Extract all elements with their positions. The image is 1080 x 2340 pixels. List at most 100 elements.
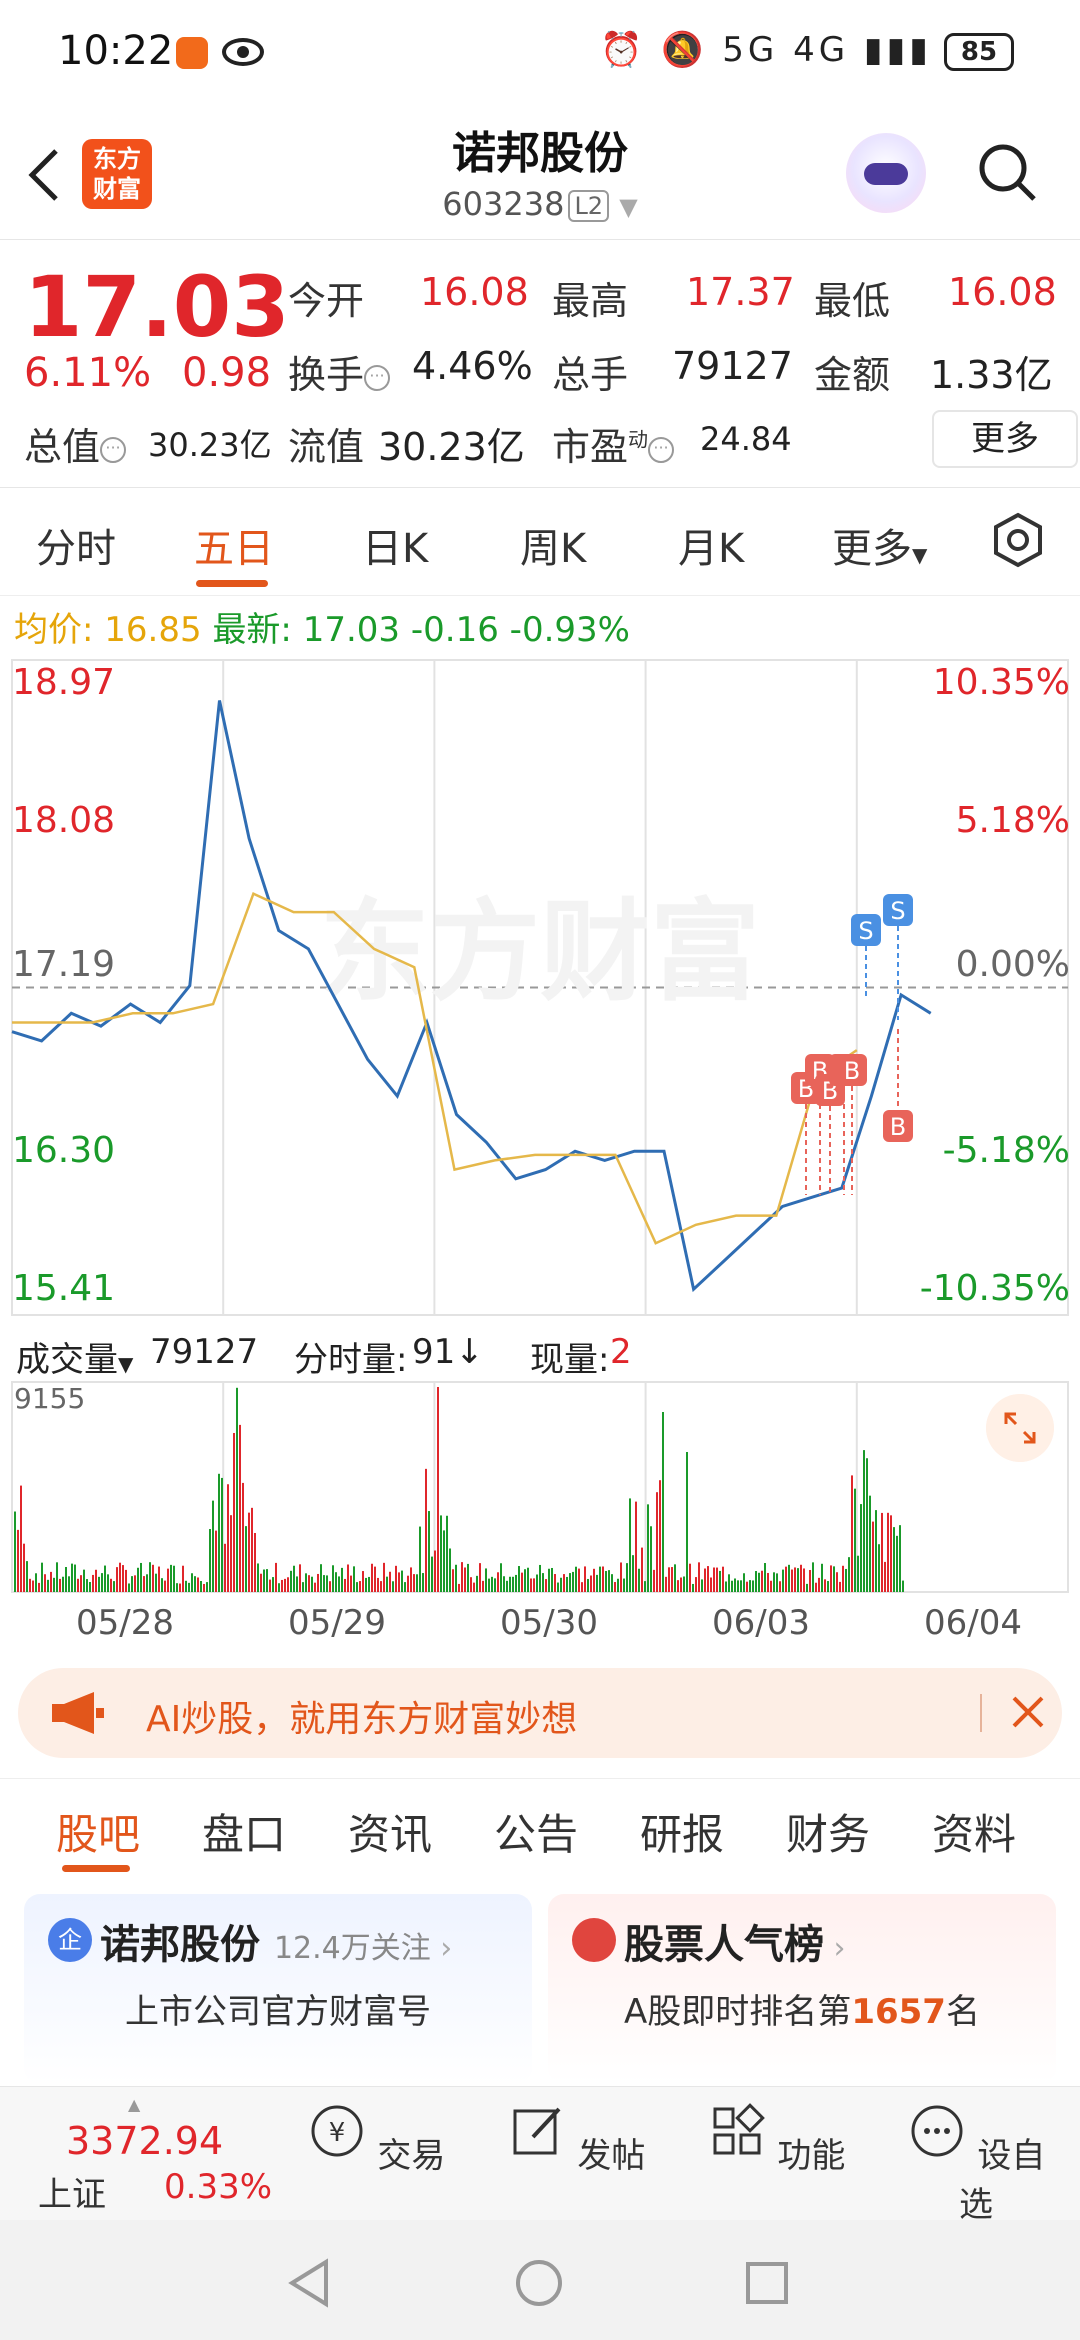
y-tick-left-4: 15.41	[12, 1268, 116, 1309]
popularity-rank-card[interactable]: 股票人气榜 › A股即时排名第1657名	[548, 1894, 1056, 2084]
tab-research[interactable]: 研报	[640, 1801, 724, 1862]
ai-promo-banner[interactable]: AI炒股，就用东方财富妙想	[18, 1668, 1062, 1758]
volume-bar	[434, 1550, 436, 1592]
volume-bar	[428, 1511, 430, 1592]
volume-bar	[545, 1579, 547, 1592]
pe-label[interactable]: 市盈动 ···	[552, 416, 675, 471]
follower-count: 12.4万关注	[273, 1931, 431, 1966]
volume-bar	[164, 1580, 166, 1592]
date-label: 06/04	[924, 1603, 1022, 1643]
volume-bar	[662, 1412, 664, 1592]
volume-bar	[137, 1567, 139, 1592]
index-ticker[interactable]: ▲ 3372.94 上证 0.33%	[24, 2095, 274, 2215]
volume-bar	[467, 1563, 469, 1592]
nav-post[interactable]: 发帖	[506, 2101, 646, 2177]
tab-daily-k[interactable]: 日K	[362, 516, 428, 574]
volume-bar	[461, 1562, 463, 1592]
volume-bar	[497, 1572, 499, 1592]
tab-finance[interactable]: 财务	[786, 1801, 870, 1862]
mktcap-label[interactable]: 总值 ···	[24, 416, 127, 471]
volume-bar	[407, 1575, 409, 1592]
volume-bar	[860, 1504, 862, 1592]
volume-selector[interactable]: 成交量▼	[16, 1332, 133, 1381]
tab-guba[interactable]: 股吧	[56, 1801, 140, 1862]
volume-label: 总手	[552, 353, 629, 397]
expand-icon[interactable]	[986, 1394, 1054, 1462]
tab-news[interactable]: 资讯	[348, 1801, 432, 1862]
volume-bar	[290, 1570, 292, 1592]
chevron-right-icon: ›	[430, 1931, 453, 1966]
volume-bar	[614, 1582, 616, 1592]
more-button[interactable]: 更多	[932, 410, 1078, 468]
quote-panel: 17.03 6.11% 0.98 今开 16.08 最高 17.37 最低 16…	[0, 240, 1080, 488]
tab-pankou[interactable]: 盘口	[202, 1801, 286, 1862]
tab-announcements[interactable]: 公告	[494, 1801, 578, 1862]
volume-bar	[122, 1565, 124, 1592]
float-label: 流值	[288, 425, 365, 469]
y-tick-left-3: 16.30	[12, 1130, 116, 1171]
volume-bar	[365, 1577, 367, 1592]
tab-monthly-k[interactable]: 月K	[678, 516, 744, 574]
recents-square-icon[interactable]	[744, 2260, 790, 2306]
volume-total: 79127	[150, 1332, 259, 1372]
tab-intraday[interactable]: 分时	[36, 516, 116, 574]
nav-watchlist[interactable]: 设自选	[906, 2101, 1046, 2226]
volume-bar	[689, 1563, 691, 1592]
volume-bar	[629, 1498, 631, 1592]
chart-tabs: 分时 五日 日K 周K 月K 更多▼	[0, 488, 1080, 596]
volume-max-label: 9155	[14, 1382, 86, 1415]
volume-bar	[341, 1567, 343, 1592]
nav-watchlist-label: 设自选	[959, 2136, 1046, 2225]
volume-bar	[32, 1580, 34, 1592]
price-chart[interactable]: 东方财富SSBBBBBB 18.97 18.08 17.19 16.30 15.…	[0, 650, 1080, 1320]
volume-bar	[896, 1535, 898, 1592]
tab-profile[interactable]: 资料	[932, 1801, 1016, 1862]
volume-bar	[212, 1500, 214, 1592]
company-card-name: 诺邦股份	[100, 1922, 260, 1968]
close-icon[interactable]	[1008, 1692, 1048, 1732]
gear-icon[interactable]	[990, 512, 1046, 568]
tab-weekly-k[interactable]: 周K	[520, 516, 586, 574]
volume-bar	[491, 1576, 493, 1592]
open-label: 今开	[288, 279, 365, 323]
volume-bar	[14, 1511, 16, 1592]
back-triangle-icon[interactable]	[286, 2258, 330, 2308]
trade-yuan-icon: ¥	[311, 2105, 363, 2157]
volume-chart[interactable]: 9155	[0, 1380, 1080, 1595]
volume-bar	[101, 1573, 103, 1592]
volume-bar	[107, 1574, 109, 1592]
index-name: 上证	[38, 2175, 106, 2215]
volume-chart-svg	[11, 1381, 1069, 1593]
date-label: 05/30	[500, 1603, 598, 1643]
volume-bar	[848, 1557, 850, 1592]
tab-five-day[interactable]: 五日	[194, 516, 274, 574]
company-card-subtitle: 上市公司官方财富号	[125, 1992, 431, 2032]
volume-bar	[635, 1501, 637, 1592]
volume-bar	[275, 1562, 277, 1592]
search-icon[interactable]	[976, 141, 1038, 203]
nav-functions[interactable]: 功能	[706, 2101, 846, 2177]
volume-value: 79127	[672, 344, 793, 388]
volume-bar	[572, 1571, 574, 1592]
volume-bar	[392, 1581, 394, 1592]
nav-trade[interactable]: ¥ 交易	[306, 2101, 446, 2177]
volume-bar	[281, 1579, 283, 1592]
volume-bar	[449, 1548, 451, 1592]
volume-bar	[509, 1576, 511, 1592]
turnover-label[interactable]: 换手 ···	[288, 344, 391, 399]
volume-bar	[326, 1575, 328, 1592]
tab-more[interactable]: 更多▼	[832, 516, 927, 574]
volume-bar	[737, 1580, 739, 1592]
volume-bar	[785, 1566, 787, 1592]
volume-bar	[548, 1568, 550, 1592]
company-account-card[interactable]: 企 诺邦股份 12.4万关注 › 上市公司官方财富号	[24, 1894, 532, 2084]
date-label: 05/28	[76, 1603, 174, 1643]
volume-bar	[305, 1573, 307, 1592]
home-circle-icon[interactable]	[514, 2258, 564, 2308]
volume-bar	[173, 1565, 175, 1592]
ai-assistant-icon[interactable]	[846, 133, 926, 213]
volume-bar	[266, 1569, 268, 1592]
volume-bar	[575, 1566, 577, 1592]
volume-bar	[680, 1577, 682, 1592]
volume-bar	[827, 1581, 829, 1592]
